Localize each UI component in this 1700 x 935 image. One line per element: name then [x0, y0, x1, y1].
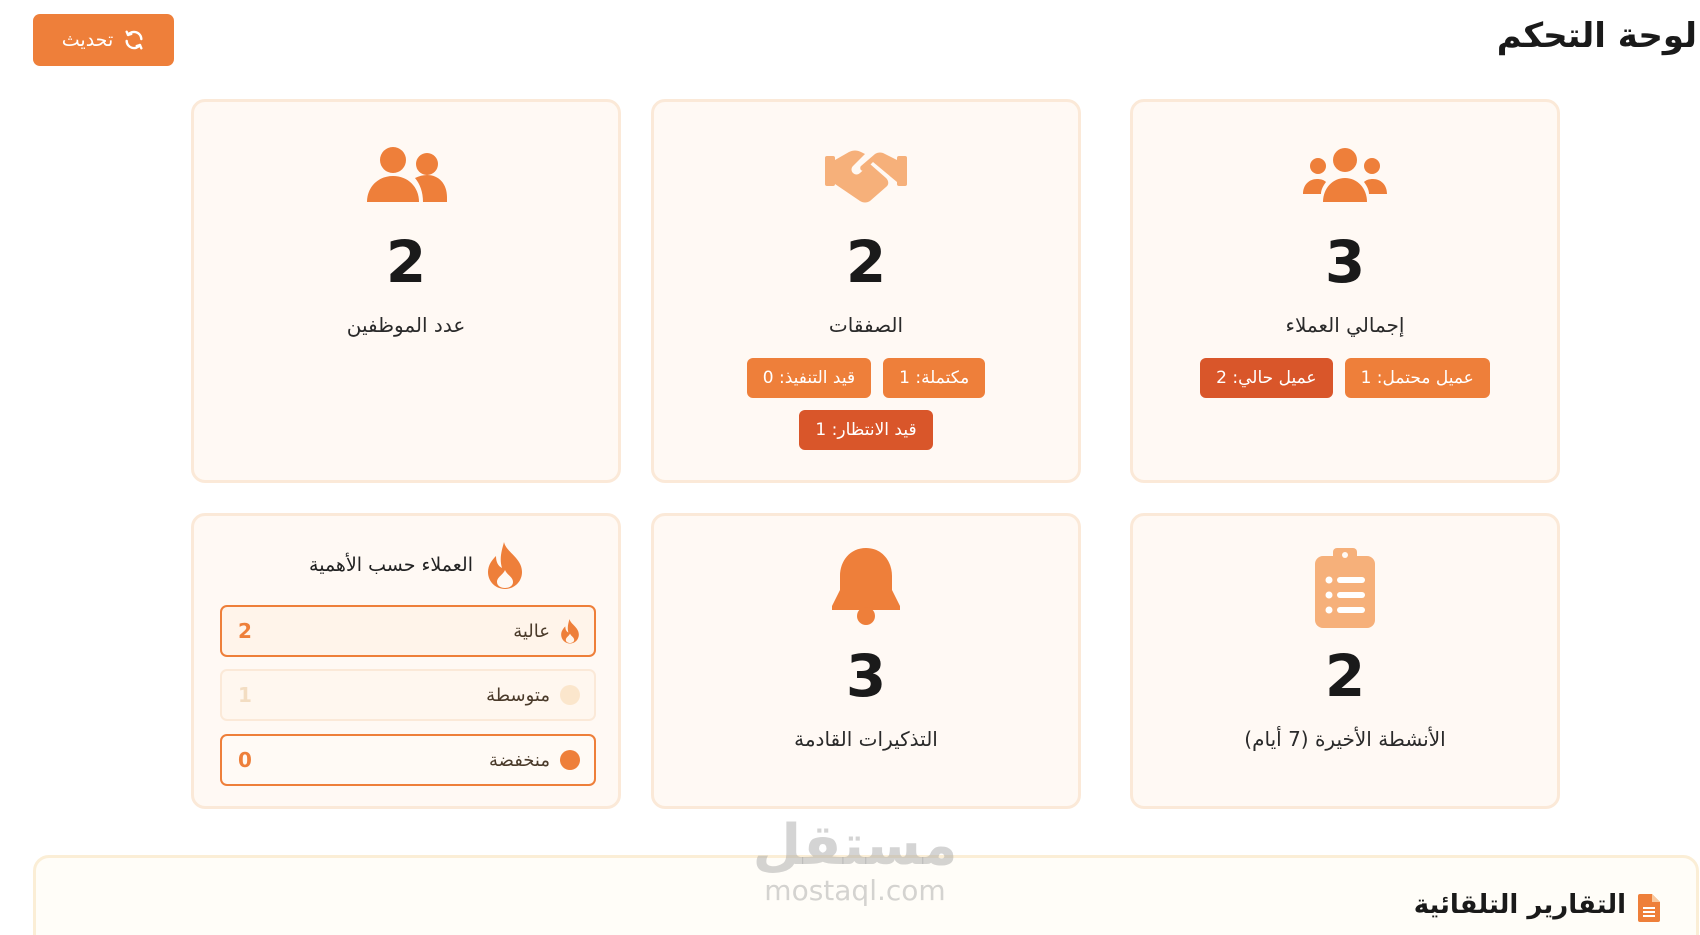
badge-deals-completed: مكتملة: 1: [883, 358, 986, 398]
activities-label: الأنشطة الأخيرة (7 أيام): [1244, 727, 1446, 751]
priority-medium-count: 1: [238, 683, 252, 707]
employees-label: عدد الموظفين: [346, 313, 466, 337]
deals-card: 2 الصفقات مكتملة: 1 قيد التنفيذ: 0 قيد ا…: [651, 99, 1081, 483]
priority-medium-label: متوسطة: [486, 684, 550, 706]
deals-count: 2: [845, 228, 887, 296]
priority-high-label: عالية: [513, 620, 550, 642]
priority-row-medium[interactable]: متوسطة 1: [220, 669, 596, 721]
priority-title: العملاء حسب الأهمية: [309, 554, 473, 576]
priority-row-high[interactable]: عالية 2: [220, 605, 596, 657]
clients-label: إجمالي العملاء: [1285, 313, 1405, 337]
page-title: لوحة التحكم: [1496, 16, 1697, 56]
low-dot-icon: [560, 750, 580, 770]
badge-prospect-clients: عميل محتمل: 1: [1344, 358, 1490, 398]
priority-low-label: منخفضة: [488, 749, 550, 771]
priority-row-low[interactable]: منخفضة 0: [220, 734, 596, 786]
refresh-icon: [125, 30, 143, 50]
activities-card: 2 الأنشطة الأخيرة (7 أيام): [1130, 513, 1560, 809]
reports-section: التقارير التلقائية: [33, 855, 1699, 935]
deals-label: الصفقات: [828, 313, 904, 337]
bell-icon: [832, 548, 900, 625]
clients-count: 3: [1324, 228, 1366, 296]
fire-icon: [488, 542, 522, 589]
badge-deals-in-progress: قيد التنفيذ: 0: [746, 358, 872, 398]
refresh-button[interactable]: تحديث: [33, 14, 174, 66]
priority-high-count: 2: [238, 619, 252, 643]
document-icon: [1638, 894, 1660, 922]
priority-card: العملاء حسب الأهمية عالية 2 متوسطة 1 منخ…: [191, 513, 621, 809]
reports-title: التقارير التلقائية: [1413, 890, 1626, 920]
user-group-icon: [367, 147, 447, 202]
clipboard-list-icon: [1315, 548, 1375, 628]
reminders-card: 3 التذكيرات القادمة: [651, 513, 1081, 809]
employees-count: 2: [385, 228, 427, 296]
fire-icon: [561, 619, 579, 644]
badge-current-clients: عميل حالي: 2: [1200, 358, 1333, 398]
badge-deals-pending: قيد الانتظار: 1: [799, 410, 933, 450]
employees-card: 2 عدد الموظفين: [191, 99, 621, 483]
reminders-count: 3: [845, 642, 887, 710]
clients-card: 3 إجمالي العملاء عميل محتمل: 1 عميل حالي…: [1130, 99, 1560, 483]
users-icon: [1303, 148, 1387, 202]
refresh-label: تحديث: [61, 29, 114, 51]
reminders-label: التذكيرات القادمة: [794, 727, 938, 751]
activities-count: 2: [1324, 642, 1366, 710]
medium-dot-icon: [560, 685, 580, 705]
priority-low-count: 0: [238, 748, 252, 772]
handshake-icon: [825, 150, 907, 203]
